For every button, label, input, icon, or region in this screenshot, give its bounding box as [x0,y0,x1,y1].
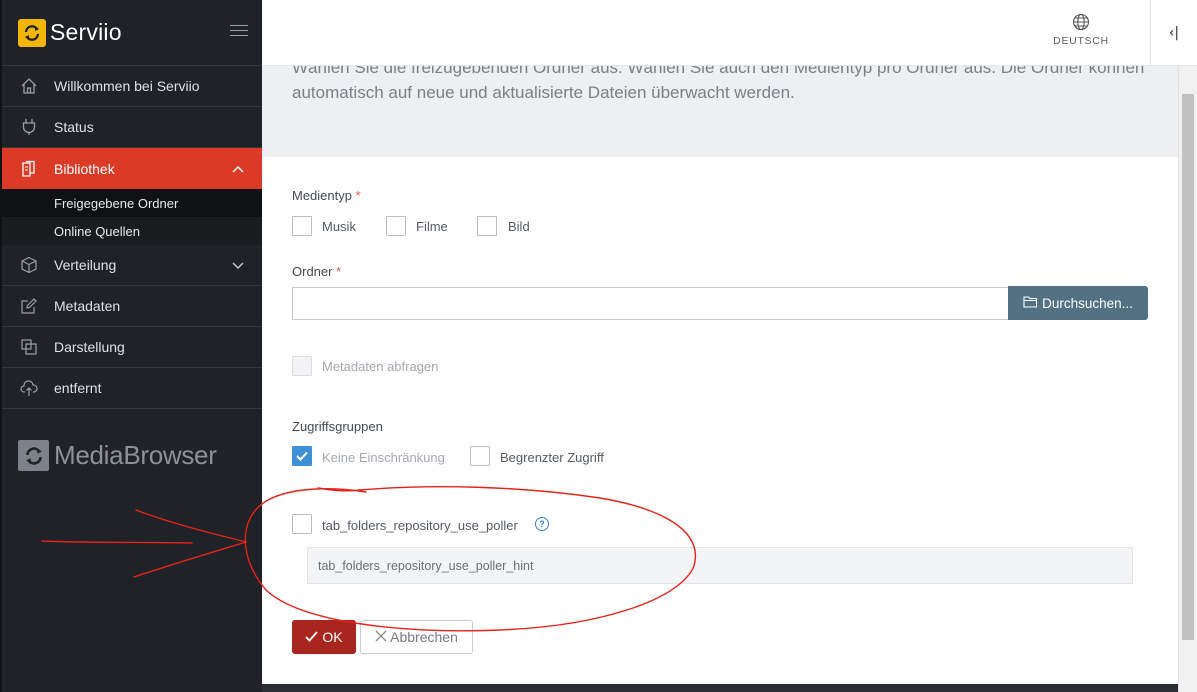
scrollbar-thumb[interactable] [1182,94,1194,640]
ok-button[interactable]: OK [292,620,356,654]
library-icon [18,158,40,180]
sidebar-item-label: Bibliothek [54,160,115,177]
poller-hint-box: tab_folders_repository_use_poller_hint [307,547,1133,584]
sidebar-item-presentation[interactable]: Darstellung [2,327,262,368]
help-icon[interactable]: ? [535,517,549,531]
chevron-down-icon [232,257,244,273]
globe-icon [1051,13,1111,31]
checkbox-limited-access-label: Begrenzter Zugriff [500,450,604,465]
sidebar-item-delivery[interactable]: Verteilung [2,245,262,286]
checkbox-fetch-metadata-label: Metadaten abfragen [322,359,439,374]
sidebar-subitem-shared-folders[interactable]: Freigegebene Ordner [2,189,262,217]
collapse-icon: ‹| [1168,25,1180,41]
checkbox-no-restriction-label: Keine Einschränkung [322,450,445,465]
media-type-label-text: Medientyp [292,188,352,203]
home-icon [18,75,40,97]
required-mark: * [336,264,342,279]
sidebar-item-label: Status [54,119,94,135]
intro-panel: Wählen Sie die freizugebenden Ordner aus… [262,66,1178,157]
sidebar-item-welcome[interactable]: Willkommen bei Serviio [2,66,262,107]
check-icon [296,451,308,461]
checkbox-films[interactable] [386,216,406,236]
sidebar-item-status[interactable]: Status [2,107,262,148]
checkbox-music-label: Musik [322,219,356,234]
collapse-panel-button[interactable]: ‹| [1150,0,1197,66]
sidebar: Serviio Willkommen bei Serviio Status Bi… [0,0,262,692]
sidebar-item-remote[interactable]: entfernt [2,368,262,409]
folder-label: Ordner * [292,264,341,279]
checkbox-image[interactable] [477,216,497,236]
checkbox-music[interactable] [292,216,312,236]
ok-button-label: OK [322,629,343,645]
main-content: Wählen Sie die freizugebenden Ordner aus… [262,66,1178,692]
checkbox-image-label: Bild [508,219,530,234]
folder-label-text: Ordner [292,264,333,279]
checkbox-fetch-metadata[interactable] [292,356,312,376]
sidebar-item-label: Darstellung [54,339,125,355]
sidebar-subitem-online-sources[interactable]: Online Quellen [2,217,262,245]
checkbox-films-label: Filme [416,219,448,234]
footer-bar [262,684,1178,692]
chevron-up-icon [232,160,244,176]
menu-toggle-icon[interactable] [230,25,248,40]
mediabrowser-label: MediaBrowser [54,440,217,470]
sidebar-item-label: Metadaten [54,298,121,314]
cloud-icon [18,377,40,399]
checkmark-icon [305,629,319,645]
checkbox-use-poller[interactable] [292,514,312,534]
sidebar-item-metadata[interactable]: Metadaten [2,286,262,327]
edit-icon [18,295,40,317]
sidebar-item-label: Willkommen bei Serviio [54,78,200,94]
serviio-logo-icon [18,18,46,47]
mediabrowser-logo-icon [18,440,49,471]
brand[interactable]: Serviio [2,0,262,66]
checkbox-use-poller-label: tab_folders_repository_use_poller [322,518,518,533]
cancel-button[interactable]: Abbrechen [360,620,473,654]
media-type-label: Medientyp * [292,188,361,203]
cancel-button-label: Abbrechen [390,629,458,645]
language-selector[interactable]: DEUTSCH [1051,13,1111,47]
folder-open-icon [1023,295,1042,311]
box-icon [18,254,40,276]
top-bar: DEUTSCH ‹| [262,0,1197,66]
mediabrowser-link[interactable]: MediaBrowser [18,440,217,471]
required-mark: * [355,188,361,203]
close-icon [375,629,387,645]
checkbox-limited-access[interactable] [470,446,490,466]
sidebar-item-library[interactable]: Bibliothek [2,148,262,189]
intro-text: Wählen Sie die freizugebenden Ordner aus… [292,66,1145,102]
plug-icon [18,116,40,138]
access-groups-label: Zugriffsgruppen [292,419,383,434]
copy-icon [18,336,40,358]
language-label: DEUTSCH [1053,35,1109,47]
sidebar-item-label: Verteilung [54,257,117,273]
scrollbar[interactable] [1178,66,1197,692]
sidebar-item-label: entfernt [54,380,102,396]
library-submenu: Freigegebene Ordner Online Quellen [2,189,262,245]
checkbox-no-restriction[interactable] [292,446,312,466]
browse-button-label: Durchsuchen... [1042,295,1133,311]
browse-button[interactable]: Durchsuchen... [1008,286,1148,320]
folder-path-input[interactable] [292,287,1010,320]
brand-name: Serviio [50,19,122,45]
